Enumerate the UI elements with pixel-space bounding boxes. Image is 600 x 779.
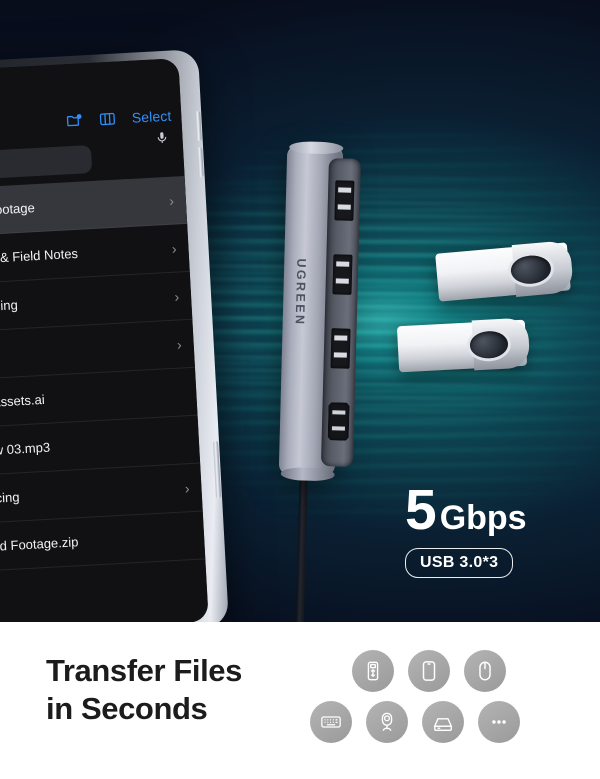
banner-title: Transfer Files in Seconds xyxy=(46,652,242,728)
mouse-icon xyxy=(464,650,506,692)
more-ellipsis-icon[interactable] xyxy=(478,701,520,743)
chevron-right-icon: › xyxy=(173,287,180,305)
file-name: Archived Footage.zip xyxy=(0,534,79,556)
banner-title-line2: in Seconds xyxy=(46,691,208,727)
column-view-icon[interactable] xyxy=(98,110,117,129)
usb-flash-drive-icon xyxy=(352,650,394,692)
banner-title-line1: Transfer Files xyxy=(46,653,242,688)
smartphone-icon xyxy=(408,650,450,692)
hdmi-port xyxy=(328,402,350,441)
file-list: Documentary Footage › Research & Field N… xyxy=(0,175,206,576)
file-name: Resourcing xyxy=(0,489,20,508)
device-icon-row-2 xyxy=(310,701,564,743)
keyboard-icon xyxy=(310,701,352,743)
compatible-devices-grid xyxy=(310,650,564,752)
file-name: Research & Field Notes xyxy=(0,245,79,268)
search-input[interactable]: Search xyxy=(0,145,93,184)
chevron-right-icon: › xyxy=(171,240,177,257)
usb-flash-drive-1 xyxy=(435,240,575,302)
hub-port-strip xyxy=(320,158,361,467)
product-marketing-image: Select Search xyxy=(0,0,600,779)
ugreen-brand-logo: UGREEN xyxy=(292,258,309,327)
file-name: Documentary Footage xyxy=(0,200,36,222)
speed-callout: 5 Gbps USB 3.0*3 xyxy=(405,482,527,578)
external-hard-drive-icon xyxy=(422,701,464,743)
speed-number: 5 xyxy=(405,478,437,542)
select-button[interactable]: Select xyxy=(131,108,171,126)
speed-value-row: 5 Gbps xyxy=(405,482,527,539)
tablet-device: Select Search xyxy=(0,49,230,622)
bottom-banner: Transfer Files in Seconds xyxy=(0,622,600,779)
file-name: Overdubbing xyxy=(0,297,19,317)
ugreen-usb-hub: UGREEN xyxy=(278,141,366,622)
file-name: Design Assets.ai xyxy=(0,391,45,412)
device-icon-row-1 xyxy=(352,650,564,692)
usb-a-port-1 xyxy=(334,180,355,221)
webcam-icon xyxy=(366,701,408,743)
hero-section: Select Search xyxy=(0,0,600,622)
file-name: Interview 03.mp3 xyxy=(0,439,51,460)
new-folder-icon[interactable] xyxy=(65,111,84,130)
usb-a-port-2 xyxy=(332,254,353,295)
file-manager-toolbar: Select xyxy=(65,107,172,131)
list-item[interactable]: zip Archived Footage.zip xyxy=(0,511,206,576)
file-manager-app: Select Search xyxy=(0,58,209,622)
microphone-icon[interactable] xyxy=(155,131,169,151)
tablet-screen: Select Search xyxy=(0,58,209,622)
chevron-right-icon: › xyxy=(184,479,190,496)
usb-spec-badge: USB 3.0*3 xyxy=(405,548,514,578)
usb-a-port-3 xyxy=(330,328,351,369)
chevron-right-icon: › xyxy=(176,335,183,353)
usb-flash-drive-2 xyxy=(396,317,531,373)
speed-unit: Gbps xyxy=(439,499,527,537)
chevron-right-icon: › xyxy=(168,192,175,209)
